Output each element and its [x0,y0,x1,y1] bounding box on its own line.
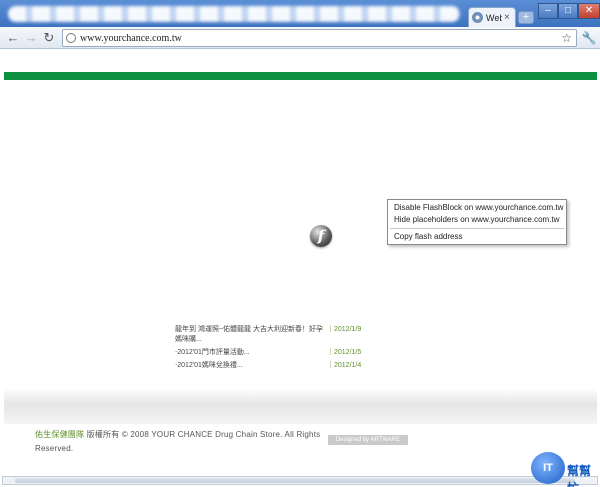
wrench-menu-icon[interactable]: 🔧 [581,29,597,47]
news-title[interactable]: ‧2012'01媽咪兌換禮... [175,361,325,371]
news-title[interactable]: ‧2012'01門市評量活動... [175,348,325,358]
browser-tab[interactable]: Web × [468,7,516,27]
scrollbar-thumb[interactable] [15,478,575,483]
close-window-button[interactable]: ✕ [578,3,600,19]
globe-icon [472,12,483,23]
flash-placeholder-icon[interactable]: f [310,225,332,247]
designed-by-badge[interactable]: Designed by ARTWARE [328,435,408,445]
horizontal-scrollbar[interactable] [2,476,598,485]
news-date: ｜2012/1/9 [327,326,362,333]
watermark-logo: IT 幫幫忙 [531,452,599,487]
tab-title: Web [486,12,502,23]
news-date: ｜2012/1/4 [327,362,362,369]
watermark-logo-mark: IT [531,452,565,484]
back-arrow-icon[interactable]: ← [4,29,22,47]
site-header-bar [4,72,597,80]
browser-toolbar: ← → ↻ www.yourchance.com.tw ☆ 🔧 [0,27,600,49]
window-controls: – □ ✕ [538,3,600,19]
footer-copyright: 佑生保健團隊 版權所有 © 2008 YOUR CHANCE Drug Chai… [35,428,335,456]
news-date: ｜2012/1/5 [327,349,362,356]
news-title[interactable]: 龍年到 鴻運照~佑體龍龍 大吉大利迎新春！好孕媽咪購... [175,325,325,345]
menu-separator [390,228,564,229]
list-item[interactable]: ‧2012'01媽咪兌換禮... ｜2012/1/4 [175,361,375,371]
blurred-window-title [8,6,460,22]
page-icon [66,33,76,43]
menu-item-disable-flashblock[interactable]: Disable FlashBlock on www.yourchance.com… [388,202,566,214]
list-item[interactable]: 龍年到 鴻運照~佑體龍龍 大吉大利迎新春！好孕媽咪購... ｜2012/1/9 [175,325,375,345]
maximize-button[interactable]: □ [558,3,578,19]
address-bar[interactable]: www.yourchance.com.tw ☆ [62,29,577,47]
menu-item-hide-placeholders[interactable]: Hide placeholders on www.yourchance.com.… [388,214,566,226]
footer-band [4,388,597,424]
forward-arrow-icon[interactable]: → [22,29,40,47]
tab-close-icon[interactable]: × [504,12,510,23]
bookmark-star-icon[interactable]: ☆ [561,31,572,45]
watermark-logo-text: 幫幫忙 [567,464,592,487]
flashblock-context-menu: Disable FlashBlock on www.yourchance.com… [387,199,567,245]
title-bar: Web × + – □ ✕ [0,0,600,27]
footer-team-link[interactable]: 佑生保健團隊 [35,430,84,439]
minimize-button[interactable]: – [538,3,558,19]
url-text[interactable]: www.yourchance.com.tw [80,33,561,44]
reload-icon[interactable]: ↻ [40,29,58,47]
new-tab-button[interactable]: + [518,11,534,24]
menu-item-copy-flash-address[interactable]: Copy flash address [388,231,566,243]
list-item[interactable]: ‧2012'01門市評量活動... ｜2012/1/5 [175,348,375,358]
news-list: 龍年到 鴻運照~佑體龍龍 大吉大利迎新春！好孕媽咪購... ｜2012/1/9 … [175,325,375,374]
